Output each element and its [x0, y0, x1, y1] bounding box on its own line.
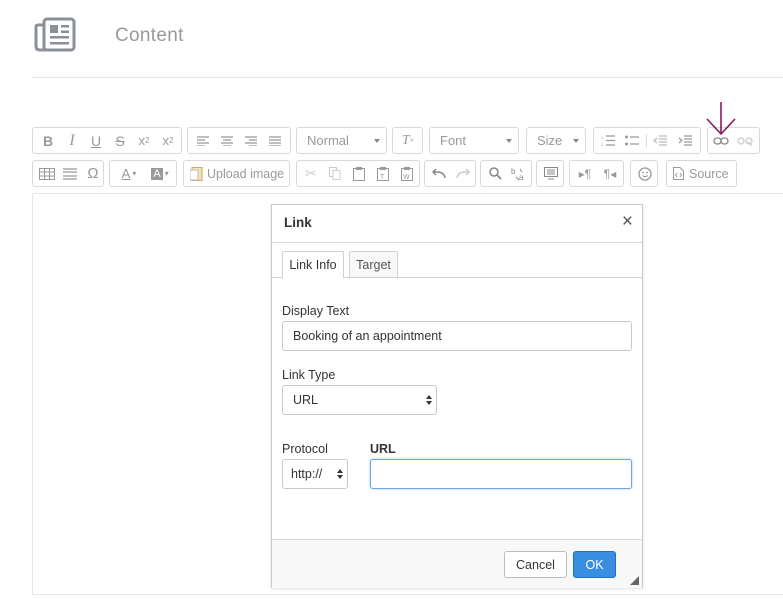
bulleted-list-icon[interactable] [621, 128, 643, 153]
editor-toolbar: B I U S x2 x2 Normal T × Font Size 12 Ω … [32, 122, 783, 192]
tab-link-info[interactable]: Link Info [282, 251, 344, 278]
protocol-select[interactable]: http:// [282, 459, 348, 489]
header-divider [32, 77, 783, 78]
clipboard-group: ✂ T W [296, 160, 420, 187]
size-combo[interactable]: Size [526, 127, 586, 154]
undo-icon[interactable] [428, 161, 450, 186]
remove-format-button[interactable]: T × [397, 128, 419, 153]
bold-button[interactable]: B [37, 128, 59, 153]
dialog-footer: Cancel OK [272, 539, 642, 588]
align-group [187, 127, 291, 154]
align-right-icon[interactable] [240, 128, 262, 153]
dialog-tabs: Link Info Target [272, 242, 642, 278]
select-arrows-icon [337, 469, 343, 479]
select-arrows-icon [426, 395, 432, 405]
direction-group: ▸¶ ¶◂ [569, 160, 624, 187]
background-color-icon[interactable]: A ▾ [145, 161, 175, 186]
link-type-label: Link Type [282, 368, 336, 382]
url-label: URL [370, 442, 396, 456]
paste-text-icon[interactable]: T [372, 161, 394, 186]
undo-redo-group [424, 160, 476, 187]
protocol-label: Protocol [282, 442, 328, 456]
source-group: Source [666, 160, 737, 187]
display-text-field[interactable]: Booking of an appointment [282, 321, 632, 351]
resize-handle-icon[interactable] [630, 576, 639, 585]
display-text-label: Display Text [282, 304, 350, 318]
source-button[interactable]: Source [673, 161, 735, 186]
upload-image-group: Upload image [183, 160, 290, 187]
replace-icon[interactable]: ba [508, 161, 530, 186]
insert-group: Ω [32, 160, 104, 187]
cut-icon[interactable]: ✂ [300, 161, 322, 186]
paste-icon[interactable] [348, 161, 370, 186]
url-input[interactable] [370, 459, 632, 489]
find-group: ba [480, 160, 532, 187]
strikethrough-button[interactable]: S [109, 128, 131, 153]
table-icon[interactable] [36, 161, 58, 186]
svg-text:b: b [511, 167, 516, 176]
basic-styles-group: B I U S x2 x2 [32, 127, 182, 154]
svg-text:W: W [403, 174, 410, 181]
align-center-icon[interactable] [216, 128, 238, 153]
svg-text:T: T [380, 174, 385, 181]
smiley-icon[interactable] [634, 161, 656, 186]
indent-icon[interactable] [674, 128, 696, 153]
upload-image-button[interactable]: Upload image [190, 161, 288, 186]
format-combo[interactable]: Normal [296, 127, 387, 154]
template-group [536, 160, 564, 187]
tab-target[interactable]: Target [349, 251, 398, 277]
svg-text:1: 1 [601, 135, 604, 140]
paste-word-icon[interactable]: W [396, 161, 418, 186]
remove-format-group: T × [392, 127, 423, 154]
ltr-icon[interactable]: ▸¶ [573, 161, 597, 186]
svg-text:2: 2 [601, 142, 604, 146]
arrow-down-icon [704, 101, 738, 137]
dialog-titlebar[interactable]: Link × [272, 205, 642, 243]
page-title: Content [115, 25, 184, 46]
page-header: Content [0, 0, 783, 78]
templates-icon[interactable] [540, 161, 562, 186]
newspaper-icon [34, 16, 76, 54]
copy-icon[interactable] [324, 161, 346, 186]
list-indent-group: 12 [593, 127, 701, 154]
underline-button[interactable]: U [85, 128, 107, 153]
superscript-button[interactable]: x2 [157, 128, 179, 153]
link-dialog: Link × Link Info Target Display Text Boo… [271, 204, 643, 588]
numbered-list-icon[interactable]: 12 [597, 128, 619, 153]
special-char-icon[interactable]: Ω [82, 161, 104, 186]
smiley-group [630, 160, 658, 187]
outdent-icon[interactable] [649, 128, 671, 153]
svg-text:a: a [519, 173, 524, 181]
horizontal-line-icon[interactable] [59, 161, 81, 186]
subscript-button[interactable]: x2 [133, 128, 155, 153]
close-icon[interactable]: × [622, 212, 633, 231]
text-color-icon[interactable]: A ▾ [114, 161, 144, 186]
align-left-icon[interactable] [192, 128, 214, 153]
redo-icon[interactable] [452, 161, 474, 186]
dialog-title: Link [284, 215, 312, 230]
link-type-select[interactable]: URL [282, 385, 437, 415]
font-combo[interactable]: Font [429, 127, 519, 154]
find-icon[interactable] [484, 161, 506, 186]
color-group: A ▾ A ▾ [109, 160, 177, 187]
rtl-icon[interactable]: ¶◂ [598, 161, 622, 186]
ok-button[interactable]: OK [573, 551, 616, 578]
cancel-button[interactable]: Cancel [504, 551, 567, 578]
align-justify-icon[interactable] [264, 128, 286, 153]
italic-button[interactable]: I [61, 128, 83, 153]
